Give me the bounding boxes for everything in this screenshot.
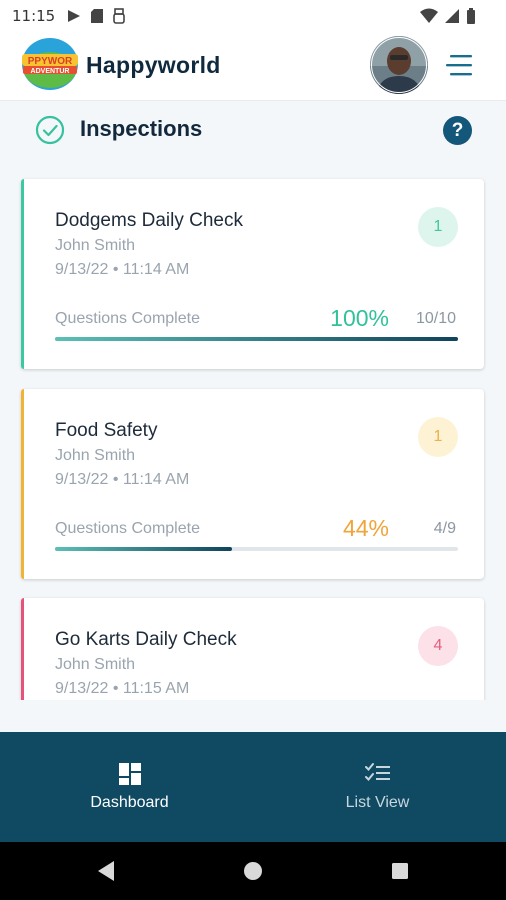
- status-bar: 11:15: [0, 0, 506, 32]
- nav-label-list-view: List View: [345, 794, 410, 811]
- progress-bar: [55, 547, 458, 551]
- app-name: Happyworld: [86, 52, 221, 78]
- progress-bar: [55, 337, 458, 341]
- progress-fill: [55, 547, 233, 551]
- card-title: Dodgems Daily Check: [55, 210, 243, 231]
- content-bottom-spacer: [0, 700, 506, 732]
- bottom-nav: Dashboard List View: [0, 732, 506, 842]
- nav-dashboard[interactable]: Dashboard: [3, 732, 256, 842]
- card-date: 9/13/22 • 11:14 AM: [55, 261, 190, 278]
- app-logo[interactable]: PPYWOR ADVENTUR: [20, 36, 80, 92]
- inspection-card[interactable]: Food Safety John Smith 9/13/22 • 11:14 A…: [21, 389, 484, 579]
- menu-button[interactable]: [444, 52, 474, 78]
- recents-icon[interactable]: [391, 862, 409, 880]
- nav-label-dashboard: Dashboard: [90, 794, 169, 811]
- progress-count: 10/10: [415, 310, 456, 327]
- card-author: John Smith: [55, 237, 136, 254]
- dashboard-grid-icon: [118, 763, 141, 785]
- logo-image: PPYWOR ADVENTUR: [22, 38, 78, 90]
- card-author: John Smith: [55, 656, 136, 673]
- progress-percent: 44%: [342, 515, 389, 541]
- wifi-icon: [420, 8, 438, 23]
- progress-count: 4/9: [433, 520, 456, 537]
- usb-icon: [113, 8, 125, 24]
- inspection-card[interactable]: Dodgems Daily Check John Smith 9/13/22 •…: [21, 179, 484, 369]
- status-badge: 1: [418, 417, 458, 457]
- play-protect-icon: [68, 10, 80, 22]
- app-header: PPYWOR ADVENTUR Happyworld: [0, 32, 506, 101]
- progress-percent: 100%: [330, 305, 389, 331]
- page-title: Inspections: [80, 116, 203, 141]
- progress-fill: [55, 337, 458, 341]
- battery-icon: [467, 8, 475, 24]
- nav-list-view[interactable]: List View: [251, 732, 504, 842]
- badge-count: 1: [433, 428, 443, 445]
- svg-text:PPYWOR: PPYWOR: [28, 56, 73, 67]
- card-accent: [21, 389, 24, 579]
- sd-card-icon: [91, 9, 103, 23]
- card-date: 9/13/22 • 11:15 AM: [55, 680, 190, 697]
- progress-label: Questions Complete: [55, 520, 200, 537]
- card-accent: [21, 179, 24, 369]
- badge-count: 1: [433, 218, 443, 235]
- card-title: Go Karts Daily Check: [55, 629, 237, 650]
- check-circle-icon: [35, 115, 65, 145]
- hamburger-menu-icon: [446, 55, 472, 76]
- help-icon: ?: [451, 119, 464, 141]
- status-badge: 1: [418, 207, 458, 247]
- card-author: John Smith: [55, 447, 136, 464]
- help-button[interactable]: ?: [443, 116, 472, 145]
- back-icon[interactable]: [96, 860, 116, 882]
- home-icon[interactable]: [243, 861, 263, 881]
- checklist-icon: [364, 763, 390, 781]
- status-badge: 4: [418, 626, 458, 666]
- card-date: 9/13/22 • 11:14 AM: [55, 471, 190, 488]
- badge-count: 4: [433, 637, 443, 654]
- inspections-header: Inspections ?: [0, 100, 506, 160]
- avatar-image: [370, 36, 428, 94]
- signal-icon: [445, 9, 459, 23]
- user-avatar[interactable]: [370, 36, 428, 94]
- status-time: 11:15: [12, 7, 56, 25]
- system-nav-bar: [0, 842, 506, 900]
- card-title: Food Safety: [55, 420, 158, 441]
- svg-text:ADVENTUR: ADVENTUR: [31, 68, 70, 75]
- progress-label: Questions Complete: [55, 310, 200, 327]
